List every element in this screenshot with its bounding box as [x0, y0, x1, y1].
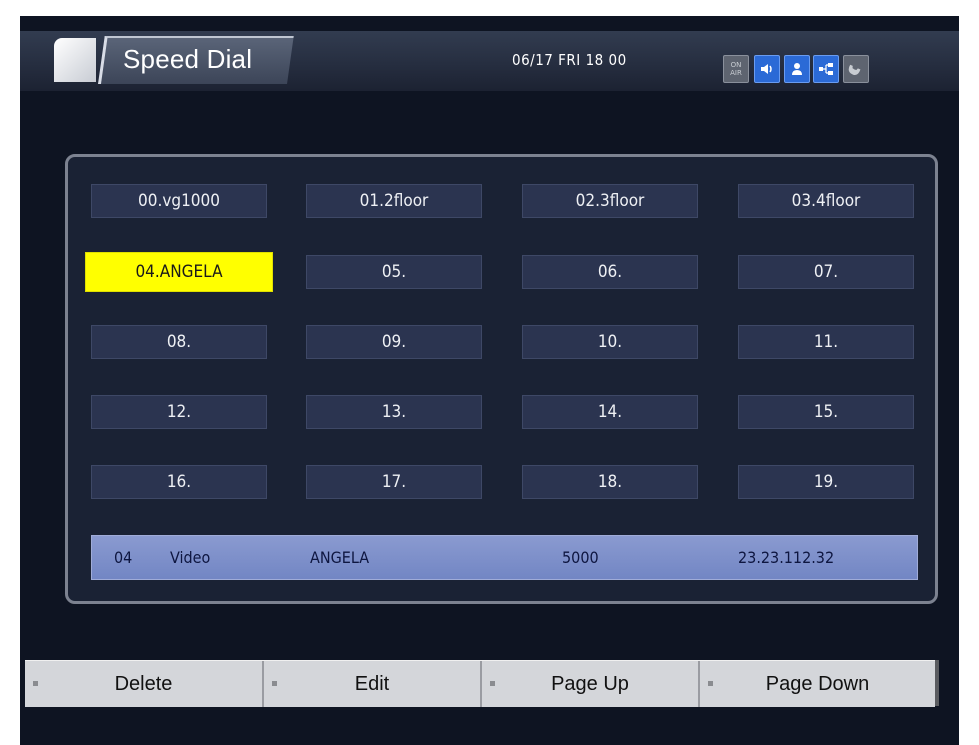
speed-dial-entry[interactable]: 18. — [522, 465, 698, 499]
on-air-icon: ON AIR — [723, 55, 749, 83]
speed-dial-entry[interactable]: 19. — [738, 465, 914, 499]
device-screen: Speed Dial 06/17 FRI 18 00 ON AIR 04 Vid… — [20, 16, 959, 745]
person-icon — [784, 55, 810, 83]
detail-type: Video — [170, 548, 211, 567]
footer-softkey-bar: Delete Edit Page Up Page Down — [25, 660, 935, 707]
bullet-icon — [708, 681, 713, 686]
speed-dial-entry[interactable]: 16. — [91, 465, 267, 499]
speed-dial-entry[interactable]: 03.4floor — [738, 184, 914, 218]
speaker-icon — [754, 55, 780, 83]
phone-icon — [843, 55, 869, 83]
detail-address: 23.23.112.32 — [738, 548, 835, 567]
speed-dial-entry[interactable]: 07. — [738, 255, 914, 289]
footer-edge — [935, 660, 939, 706]
page-down-button[interactable]: Page Down — [700, 661, 935, 707]
header-tab-corner — [54, 38, 96, 82]
speed-dial-entry[interactable]: 10. — [522, 325, 698, 359]
detail-number: 5000 — [562, 548, 599, 567]
speed-dial-entry[interactable]: 01.2floor — [306, 184, 482, 218]
speed-dial-entry-selected[interactable]: 04.ANGELA — [85, 252, 273, 292]
bullet-icon — [33, 681, 38, 686]
speed-dial-entry[interactable]: 05. — [306, 255, 482, 289]
datetime-display: 06/17 FRI 18 00 — [512, 51, 627, 69]
speed-dial-entry[interactable]: 02.3floor — [522, 184, 698, 218]
page-title: Speed Dial — [123, 44, 253, 74]
edit-button[interactable]: Edit — [264, 661, 482, 707]
network-icon — [813, 55, 839, 83]
delete-button[interactable]: Delete — [25, 661, 264, 707]
speed-dial-entry[interactable]: 13. — [306, 395, 482, 429]
bullet-icon — [272, 681, 277, 686]
speed-dial-entry[interactable]: 11. — [738, 325, 914, 359]
speed-dial-entry[interactable]: 14. — [522, 395, 698, 429]
speed-dial-entry[interactable]: 08. — [91, 325, 267, 359]
speed-dial-entry[interactable]: 06. — [522, 255, 698, 289]
speed-dial-entry[interactable]: 17. — [306, 465, 482, 499]
selected-entry-detail: 04 Video ANGELA 5000 23.23.112.32 — [91, 535, 918, 580]
speed-dial-entry[interactable]: 00.vg1000 — [91, 184, 267, 218]
speed-dial-entry[interactable]: 15. — [738, 395, 914, 429]
detail-index: 04 — [114, 548, 133, 567]
speed-dial-entry[interactable]: 12. — [91, 395, 267, 429]
detail-name: ANGELA — [310, 548, 370, 567]
page-up-button[interactable]: Page Up — [482, 661, 700, 707]
bullet-icon — [490, 681, 495, 686]
speed-dial-entry[interactable]: 09. — [306, 325, 482, 359]
